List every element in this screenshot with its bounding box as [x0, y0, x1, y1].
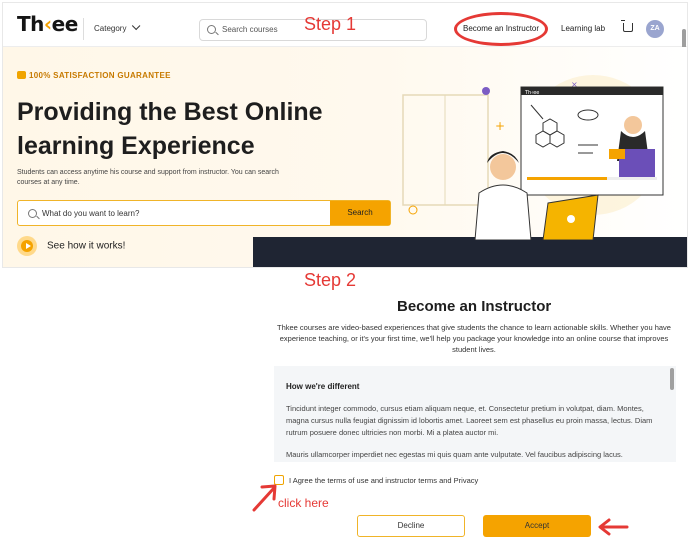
- category-dropdown[interactable]: Category: [83, 18, 147, 40]
- tutorial-composite: Th‹ee Category Search courses Become an …: [0, 0, 691, 550]
- accept-button[interactable]: Accept: [483, 515, 591, 537]
- box-paragraph: Mauris ullamcorper imperdiet nec egestas…: [286, 450, 623, 459]
- modal-intro: Thkee courses are video-based experience…: [277, 323, 671, 354]
- cart-icon[interactable]: [621, 20, 633, 32]
- arrow-up-right-icon: [252, 484, 277, 512]
- homepage-screenshot: Th‹ee Category Search courses Become an …: [2, 2, 688, 268]
- search-button[interactable]: Search: [330, 201, 390, 225]
- svg-text:Th‹ee: Th‹ee: [524, 90, 539, 96]
- click-here-annotation: click here: [278, 496, 329, 510]
- chevron-down-icon: [132, 21, 141, 31]
- hero-subtitle: Students can access anytime his course a…: [17, 169, 279, 186]
- agree-checkbox-row[interactable]: I Agree the terms of use and instructor …: [274, 475, 478, 485]
- search-icon: [207, 25, 216, 34]
- dark-band: [253, 237, 687, 267]
- decline-button[interactable]: Decline: [357, 515, 465, 537]
- play-icon: [17, 236, 37, 256]
- arrow-left-icon: [598, 518, 629, 536]
- modal-title: Become an Instructor: [397, 298, 552, 315]
- scrollbar[interactable]: [670, 368, 674, 390]
- step1-annotation: Step 1: [304, 14, 357, 34]
- svg-text:+: +: [495, 119, 505, 133]
- search-placeholder: Search courses: [222, 25, 278, 34]
- hero-title: Providing the Best Online learning Experi…: [17, 98, 323, 160]
- search-icon: [28, 209, 37, 218]
- see-how-it-works-link[interactable]: See how it works!: [17, 236, 125, 256]
- brand-logo[interactable]: Th‹ee: [17, 12, 78, 36]
- guarantee-badge: 100% SATISFACTION GUARANTEE: [17, 71, 171, 80]
- highlight-circle: [454, 12, 548, 46]
- box-paragraph: Tincidunt integer commodo, cursus etiam …: [286, 404, 653, 437]
- agree-label: I Agree the terms of use and instructor …: [289, 476, 479, 485]
- hero-search-field[interactable]: What do you want to learn? Search: [17, 200, 391, 226]
- hero-section: 100% SATISFACTION GUARANTEE Providing th…: [3, 47, 687, 267]
- avatar[interactable]: ZA: [646, 20, 664, 38]
- category-label: Category: [94, 24, 127, 33]
- hero-illustration: + × Th‹ee: [402, 75, 664, 240]
- terms-box[interactable]: How we're different Tincidunt integer co…: [274, 366, 676, 462]
- box-heading: How we're different: [286, 382, 360, 391]
- step2-annotation: Step 2: [304, 270, 357, 290]
- learning-lab-link[interactable]: Learning lab: [561, 24, 605, 33]
- hero-search-placeholder: What do you want to learn?: [42, 209, 140, 218]
- thumbs-up-icon: [17, 71, 26, 79]
